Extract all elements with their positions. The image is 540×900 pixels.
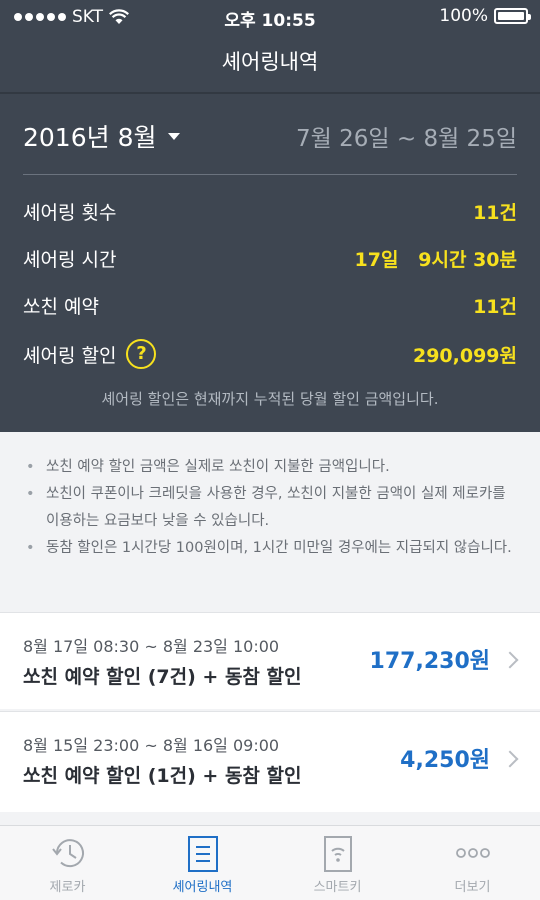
stat-value: 11건 bbox=[473, 295, 517, 318]
history-title: 쏘친 예약 할인 (7건) + 동참 할인 bbox=[23, 666, 302, 688]
tab-label: 제로카 bbox=[49, 880, 86, 895]
help-icon[interactable]: ? bbox=[126, 339, 157, 369]
smart-key-icon bbox=[323, 836, 352, 872]
tab-label: 스마트키 bbox=[313, 880, 362, 895]
history-amount: 177,230원 bbox=[369, 649, 490, 674]
date-range: 7월 26일 ~ 8월 25일 bbox=[296, 126, 517, 152]
stat-label: 쏘친 예약 bbox=[23, 295, 99, 318]
nav-bar: 셰어링내역 bbox=[0, 40, 540, 92]
history-date: 8월 17일 08:30 ~ 8월 23일 10:00 bbox=[23, 637, 280, 656]
history-item[interactable]: 8월 17일 08:30 ~ 8월 23일 10:00 쏘친 예약 할인 (7건… bbox=[0, 612, 540, 709]
battery-icon bbox=[494, 8, 531, 24]
notice-list: 쏘친 예약 할인 금액은 실제로 쏘친이 지불한 금액입니다. 쏘친이 쿠폰이나… bbox=[0, 432, 540, 612]
tab-label: 셰어링내역 bbox=[172, 880, 233, 895]
notice-item: 쏘친이 쿠폰이나 크레딧을 사용한 경우, 쏘친이 지불한 금액이 실제 제로카… bbox=[24, 481, 516, 535]
month-label: 2016년 8월 bbox=[23, 123, 157, 152]
period-row: 2016년 8월 7월 26일 ~ 8월 25일 bbox=[23, 116, 517, 156]
tab-more[interactable]: 더보기 bbox=[405, 826, 540, 900]
history-date: 8월 15일 23:00 ~ 8월 16일 09:00 bbox=[23, 736, 280, 755]
stat-row-reservation: 쏘친 예약 11건 bbox=[23, 285, 517, 325]
tab-smart-key[interactable]: 스마트키 bbox=[270, 826, 405, 900]
stat-value: 290,099원 bbox=[412, 344, 517, 367]
stat-label: 셰어링 할인 bbox=[23, 344, 117, 367]
tab-bar: 제로카 셰어링내역 스마트키 더보기 bbox=[0, 825, 540, 900]
history-title: 쏘친 예약 할인 (1건) + 동참 할인 bbox=[23, 765, 302, 787]
stat-label-wrap: 셰어링 할인 ? bbox=[23, 339, 157, 369]
history-amount: 4,250원 bbox=[400, 748, 490, 773]
stat-value: 17일 9시간 30분 bbox=[354, 248, 517, 271]
stat-row-time: 셰어링 시간 17일 9시간 30분 bbox=[23, 238, 517, 278]
stat-value: 11건 bbox=[473, 201, 517, 224]
notice-item: 쏘친 예약 할인 금액은 실제로 쏘친이 지불한 금액입니다. bbox=[24, 454, 516, 481]
sharing-summary: 2016년 8월 7월 26일 ~ 8월 25일 셰어링 횟수 11건 셰어링 … bbox=[0, 94, 540, 432]
history-item[interactable]: 8월 15일 23:00 ~ 8월 16일 09:00 쏘친 예약 할인 (1건… bbox=[0, 711, 540, 812]
status-bar: SKT 오후 10:55 100% bbox=[0, 0, 540, 40]
tab-sharing-history[interactable]: 셰어링내역 bbox=[135, 826, 270, 900]
more-dots-icon bbox=[455, 848, 490, 858]
page-title: 셰어링내역 bbox=[221, 50, 319, 74]
history-clock-icon bbox=[51, 839, 84, 868]
stat-label: 셰어링 횟수 bbox=[23, 201, 117, 224]
chevron-right-icon bbox=[501, 750, 519, 768]
summary-note: 셰어링 할인은 현재까지 누적된 당월 할인 금액입니다. bbox=[101, 390, 439, 408]
notice-item: 동참 할인은 1시간당 100원이며, 1시간 미만일 경우에는 지급되지 않습… bbox=[24, 535, 516, 562]
stat-row-count: 셰어링 횟수 11건 bbox=[23, 191, 517, 231]
summary-divider bbox=[23, 174, 517, 175]
battery-percent: 100% bbox=[439, 6, 488, 26]
list-document-icon bbox=[187, 836, 218, 872]
tab-zerocar[interactable]: 제로카 bbox=[0, 826, 135, 900]
tab-label: 더보기 bbox=[454, 880, 491, 895]
month-selector[interactable]: 2016년 8월 bbox=[23, 118, 181, 154]
stat-row-discount: 셰어링 할인 ? 290,099원 bbox=[23, 334, 517, 374]
stat-label: 셰어링 시간 bbox=[23, 248, 117, 271]
caret-down-icon bbox=[168, 132, 181, 140]
chevron-right-icon bbox=[501, 651, 519, 669]
status-right: 100% bbox=[439, 6, 531, 26]
